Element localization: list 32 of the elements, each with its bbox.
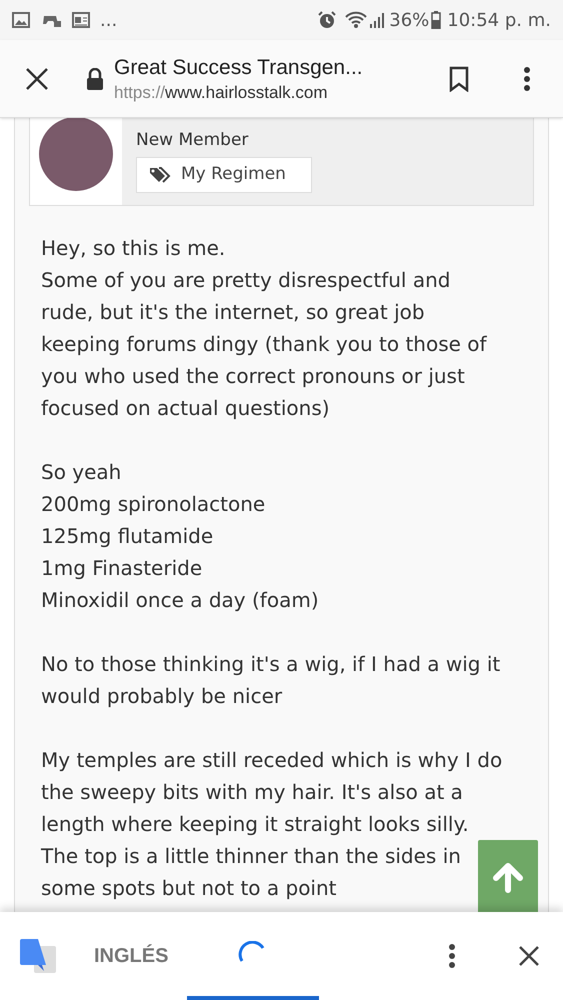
close-icon	[25, 66, 49, 90]
post-text: 200mg spironolactone	[41, 491, 266, 518]
post-text: So yeah	[41, 459, 122, 486]
up-arrow-icon	[492, 862, 524, 894]
alarm-icon	[317, 10, 338, 30]
menu-icon	[523, 66, 531, 92]
translate-icon[interactable]	[20, 939, 56, 973]
newspaper-icon	[72, 12, 90, 28]
clock-time: 10:54 p. m.	[447, 8, 551, 32]
post-text: Hey, so this is me.	[41, 235, 226, 262]
battery-percentage: 36%	[389, 8, 430, 32]
close-icon	[518, 945, 540, 967]
page-title: Great Success Transgen...	[114, 54, 363, 80]
wifi-icon	[345, 11, 368, 29]
tags-icon	[149, 167, 171, 183]
signal-icon	[369, 11, 386, 29]
language-tab[interactable]: INGLÉS	[94, 941, 168, 971]
more-icon	[448, 943, 456, 969]
post-text: Some of you are pretty disrespectful and rude, but it's the internet, so great job keeping forums dingy (thank you to those of you who used the correct pronouns or just focused on actual questions)	[41, 267, 488, 422]
post-text: My temples are still receded which is why I do the sweepy bits with my hair. It's also at a length where keeping it straight looks silly. The top is a little thinner than the sides in some spots but not to a point	[41, 747, 504, 902]
image-icon	[12, 12, 30, 28]
lock-icon	[86, 68, 104, 90]
post-text: 1mg Finasteride	[41, 555, 204, 582]
my-regimen-button[interactable]: My Regimen	[136, 157, 312, 193]
post-text: 125mg flutamide	[41, 523, 214, 550]
notification-overflow: ...	[100, 8, 118, 32]
post-text: No to those thinking it's a wig, if I had a wig it would probably be nicer	[41, 651, 502, 710]
battery-icon	[431, 11, 442, 29]
page-url[interactable]: https://www.hairlosstalk.com	[114, 82, 363, 104]
post-text: Minoxidil once a day (foam)	[41, 587, 320, 614]
bookmark-icon	[449, 66, 469, 92]
user-role: New Member	[136, 129, 250, 151]
